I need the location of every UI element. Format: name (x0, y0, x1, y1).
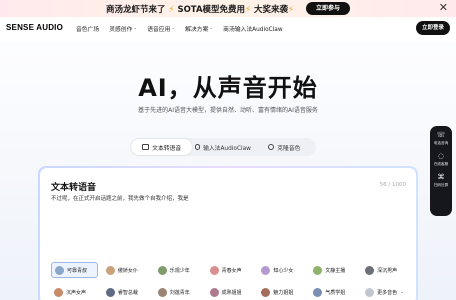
avatar (105, 265, 115, 275)
top-navbar: SENSE AUDIO 音色广场 灵感创作 ⌄ 语音应用 ⌄ 解决方案 ⌄ 商汤输入法… (0, 17, 456, 41)
online-service-button[interactable]: ◌ 在线客服 (434, 152, 448, 167)
promo-banner: 商汤龙虾节来了 ⚡ SOTA模型免费用⚡ 大奖来袭⚡ 立即参与 ✕ (0, 0, 456, 17)
avatar (157, 265, 167, 275)
nav-item-voice-market[interactable]: 音色广场 (76, 24, 99, 33)
voice-chip[interactable]: 傲娇女仆 (103, 262, 150, 278)
voice-label: 青春女声 (221, 267, 242, 274)
avatar (313, 287, 323, 297)
hero-title: AI，从声音开始 (138, 74, 318, 102)
voice-label: 刘莲青年 (169, 289, 190, 296)
voice-label: 傲娇女仆 (117, 267, 138, 274)
spark-icon: ⚡ (168, 4, 175, 15)
feature-tabs: 文本转语音 输入法AudioClaw 克隆音色 (130, 138, 316, 156)
chevron-down-icon: ⌄ (171, 26, 176, 31)
voice-chip[interactable]: 青春女声 (207, 262, 254, 278)
voice-label: 深沉男声 (377, 267, 398, 274)
char-count: 56 / 1000 (379, 182, 406, 188)
qr-community-button[interactable]: ⌘ 扫码社群 (434, 173, 448, 188)
avatar (365, 287, 375, 297)
avatar (261, 287, 271, 297)
tts-card: 文本转语音 56 / 1000 不过呢，在正式开启话题之前，我先做个自我介绍，我… (40, 168, 416, 300)
login-button[interactable]: 立即登录 (415, 21, 450, 35)
voice-label: 更多音色 (377, 289, 398, 296)
chevron-down-icon: ⌄ (209, 26, 214, 31)
voice-label: 成熟姐姐 (221, 289, 242, 296)
chat-icon: ◌ (437, 152, 445, 160)
chevron-down-icon: ⌄ (400, 289, 404, 295)
voice-label: 睿智总裁 (117, 289, 138, 296)
avatar (261, 265, 271, 275)
avatar (209, 287, 219, 297)
avatar (313, 265, 323, 275)
avatar (209, 265, 219, 275)
voice-label: 气质学姐 (325, 289, 346, 296)
voice-label: 魅力姐姐 (273, 289, 294, 296)
voice-label: 沉声女声 (66, 289, 87, 296)
tab-audioclaw[interactable]: 输入法AudioClaw (192, 139, 253, 155)
qr-icon: ⌘ (437, 173, 445, 181)
main-menu: 音色广场 灵感创作 ⌄ 语音应用 ⌄ 解决方案 ⌄ 商汤输入法AudioClaw (76, 24, 283, 33)
avatar (54, 287, 63, 297)
voice-label: 文静主播 (325, 267, 346, 274)
voice-chip[interactable]: 沉声女声 (51, 284, 98, 300)
voice-label: 可靠青叔 (67, 267, 88, 274)
voice-chip[interactable]: 深沉男声 (362, 262, 409, 278)
card-title: 文本转语音 (51, 183, 97, 193)
voice-chip[interactable]: 魅力姐姐 (258, 284, 305, 300)
voice-chip[interactable]: 气质学姐 (310, 284, 357, 300)
voice-chip[interactable]: 乐观少年 (155, 262, 202, 278)
voice-label: 知心少女 (273, 267, 294, 274)
floating-toolbar: ☏ 电话咨询 ◌ 在线客服 ⌘ 扫码社群 (430, 126, 452, 216)
nav-item-audioclaw[interactable]: 商汤输入法AudioClaw (223, 24, 282, 33)
promo-join-button[interactable]: 立即参与 (305, 2, 350, 15)
voice-chip[interactable]: 睿智总裁 (103, 284, 150, 300)
voice-chip[interactable]: 更多音色 ⌄ (362, 284, 409, 300)
hero-subtitle: 基于先进的AI语音大模型，提供自然、动听、富有情绪的AI语音服务 (138, 107, 318, 114)
voice-chip[interactable]: 文静主播 (310, 262, 357, 278)
avatar (55, 265, 64, 275)
voice-label: 乐观少年 (169, 267, 190, 274)
tab-text-to-speech[interactable]: 文本转语音 (131, 139, 193, 155)
voice-list: 可靠青叔 傲娇女仆 乐观少年 青春女声 知心少女 文静主播 深沉男声沉声女声 睿智总裁 刘莲青年… (51, 262, 409, 300)
promo-text: 商汤龙虾节来了 ⚡ SOTA模型免费用⚡ 大奖来袭⚡ (106, 4, 294, 15)
avatar (157, 287, 167, 297)
voice-chip[interactable]: 知心少女 (258, 262, 305, 278)
voice-chip[interactable]: 成熟姐姐 (207, 284, 254, 300)
nav-item-inspiration[interactable]: 灵感创作 ⌄ (109, 24, 137, 33)
chevron-down-icon: ⌄ (133, 26, 138, 31)
avatar (105, 287, 115, 297)
nav-item-voice-apps[interactable]: 语音应用 ⌄ (147, 24, 175, 33)
document-icon (142, 144, 150, 150)
microphone-icon (195, 144, 201, 150)
spark-icon: ⚡ (245, 4, 251, 15)
spark-icon: ⚡ (287, 4, 294, 15)
clone-icon (268, 144, 275, 150)
voice-chip[interactable]: 刘莲青年 (155, 284, 202, 300)
voice-chip[interactable]: 可靠青叔 (51, 262, 98, 278)
close-icon[interactable]: ✕ (439, 2, 448, 14)
tab-voice-clone[interactable]: 克隆音色 (254, 139, 315, 155)
logo[interactable]: SENSE AUDIO (6, 23, 63, 32)
tts-card-border: 文本转语音 56 / 1000 不过呢，在正式开启话题之前，我先做个自我介绍，我… (38, 166, 418, 300)
phone-icon: ☏ (436, 131, 446, 139)
phone-consult-button[interactable]: ☏ 电话咨询 (434, 131, 448, 146)
nav-item-solutions[interactable]: 解决方案 ⌄ (185, 24, 213, 33)
tts-text-input[interactable]: 不过呢，在正式开启话题之前，我先做个自我介绍，我是 (51, 194, 189, 202)
avatar (365, 265, 375, 275)
